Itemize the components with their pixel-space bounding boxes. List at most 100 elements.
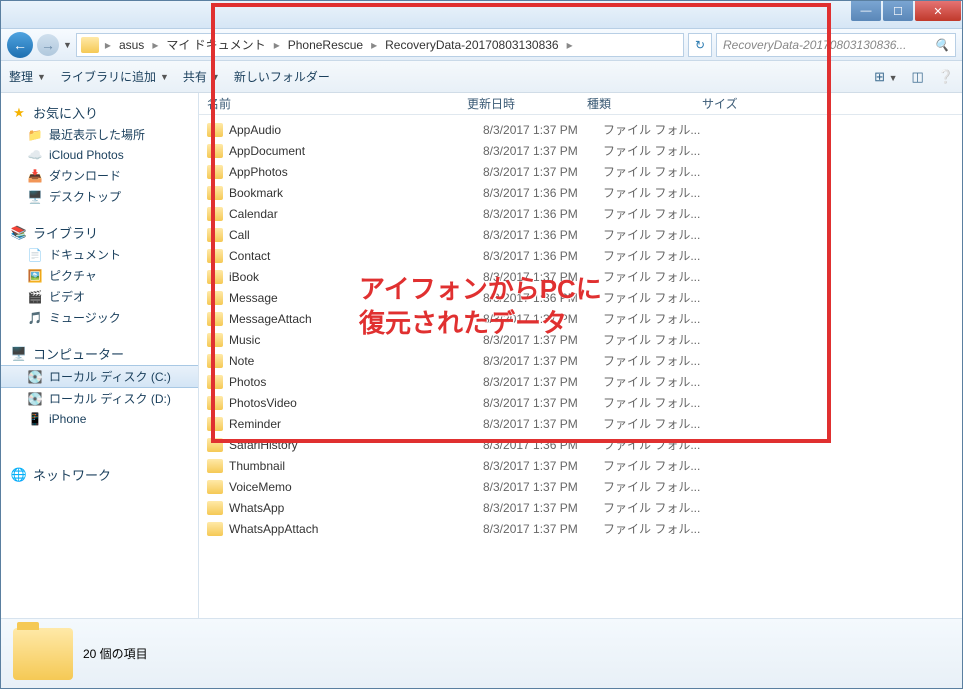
disk-icon: 💽 bbox=[27, 369, 43, 385]
file-type: ファイル フォル... bbox=[603, 352, 718, 369]
folder-icon bbox=[207, 312, 223, 326]
folder-icon bbox=[207, 354, 223, 368]
file-name: Photos bbox=[229, 375, 483, 389]
file-date: 8/3/2017 1:37 PM bbox=[483, 144, 603, 158]
sidebar-item-documents[interactable]: 📄ドキュメント bbox=[1, 244, 198, 265]
bc-item[interactable]: マイ ドキュメント bbox=[160, 36, 271, 53]
file-date: 8/3/2017 1:37 PM bbox=[483, 501, 603, 515]
folder-icon bbox=[207, 186, 223, 200]
sidebar-item-disk-d[interactable]: 💽ローカル ディスク (D:) bbox=[1, 388, 198, 409]
file-date: 8/3/2017 1:36 PM bbox=[483, 207, 603, 221]
sidebar-network[interactable]: 🌐ネットワーク bbox=[1, 463, 198, 486]
file-type: ファイル フォル... bbox=[603, 499, 718, 516]
file-type: ファイル フォル... bbox=[603, 478, 718, 495]
videos-icon: 🎬 bbox=[27, 289, 43, 305]
col-name[interactable]: 名前 bbox=[207, 95, 467, 112]
table-row[interactable]: VoiceMemo8/3/2017 1:37 PMファイル フォル... bbox=[207, 476, 954, 497]
table-row[interactable]: Bookmark8/3/2017 1:36 PMファイル フォル... bbox=[207, 182, 954, 203]
table-row[interactable]: Message8/3/2017 1:36 PMファイル フォル... bbox=[207, 287, 954, 308]
sidebar-item-desktop[interactable]: 🖥️デスクトップ bbox=[1, 186, 198, 207]
sidebar-item-blank[interactable] bbox=[1, 429, 198, 449]
file-type: ファイル フォル... bbox=[603, 415, 718, 432]
file-type: ファイル フォル... bbox=[603, 268, 718, 285]
table-row[interactable]: Reminder8/3/2017 1:37 PMファイル フォル... bbox=[207, 413, 954, 434]
file-type: ファイル フォル... bbox=[603, 310, 718, 327]
sidebar-item-videos[interactable]: 🎬ビデオ bbox=[1, 286, 198, 307]
table-row[interactable]: iBook8/3/2017 1:37 PMファイル フォル... bbox=[207, 266, 954, 287]
col-size[interactable]: サイズ bbox=[702, 95, 772, 112]
table-row[interactable]: Note8/3/2017 1:37 PMファイル フォル... bbox=[207, 350, 954, 371]
search-icon: 🔍 bbox=[934, 38, 949, 52]
desktop-icon: 🖥️ bbox=[27, 189, 43, 205]
sidebar-computer[interactable]: 🖥️コンピューター bbox=[1, 342, 198, 365]
col-type[interactable]: 種類 bbox=[587, 95, 702, 112]
view-options-icon[interactable]: ⊞ ▼ bbox=[874, 69, 897, 85]
file-name: AppDocument bbox=[229, 144, 483, 158]
forward-button[interactable]: → bbox=[37, 34, 59, 56]
file-date: 8/3/2017 1:37 PM bbox=[483, 522, 603, 536]
table-row[interactable]: AppPhotos8/3/2017 1:37 PMファイル フォル... bbox=[207, 161, 954, 182]
table-row[interactable]: Thumbnail8/3/2017 1:37 PMファイル フォル... bbox=[207, 455, 954, 476]
table-row[interactable]: WhatsAppAttach8/3/2017 1:37 PMファイル フォル..… bbox=[207, 518, 954, 539]
music-icon: 🎵 bbox=[27, 310, 43, 326]
table-row[interactable]: MessageAttach8/3/2017 1:37 PMファイル フォル... bbox=[207, 308, 954, 329]
body: ★お気に入り 📁最近表示した場所 ☁️iCloud Photos 📥ダウンロード… bbox=[1, 93, 962, 618]
bc-item[interactable]: asus bbox=[113, 38, 150, 52]
sidebar-item-music[interactable]: 🎵ミュージック bbox=[1, 307, 198, 328]
search-input[interactable]: RecoveryData-20170803130836... 🔍 bbox=[716, 33, 956, 57]
table-row[interactable]: AppAudio8/3/2017 1:37 PMファイル フォル... bbox=[207, 119, 954, 140]
file-date: 8/3/2017 1:36 PM bbox=[483, 186, 603, 200]
bc-item[interactable]: RecoveryData-20170803130836 bbox=[379, 38, 564, 52]
help-icon[interactable]: ❔ bbox=[938, 69, 954, 85]
file-name: SafariHistory bbox=[229, 438, 483, 452]
table-row[interactable]: Contact8/3/2017 1:36 PMファイル フォル... bbox=[207, 245, 954, 266]
close-button[interactable]: ✕ bbox=[915, 1, 961, 21]
bc-item[interactable]: PhoneRescue bbox=[282, 38, 369, 52]
folder-icon bbox=[207, 228, 223, 242]
file-type: ファイル フォル... bbox=[603, 457, 718, 474]
file-name: AppAudio bbox=[229, 123, 483, 137]
toolbar: 整理 ▼ ライブラリに追加 ▼ 共有 ▼ 新しいフォルダー ⊞ ▼ ◫ ❔ bbox=[1, 61, 962, 93]
breadcrumb[interactable]: ▸ asus▸ マイ ドキュメント▸ PhoneRescue▸ Recovery… bbox=[76, 33, 684, 57]
share-button[interactable]: 共有 ▼ bbox=[183, 68, 220, 85]
sidebar-item-icloud[interactable]: ☁️iCloud Photos bbox=[1, 145, 198, 165]
file-date: 8/3/2017 1:37 PM bbox=[483, 480, 603, 494]
folder-icon bbox=[207, 438, 223, 452]
refresh-button[interactable]: ↻ bbox=[688, 33, 712, 57]
table-row[interactable]: SafariHistory8/3/2017 1:36 PMファイル フォル... bbox=[207, 434, 954, 455]
table-row[interactable]: Calendar8/3/2017 1:36 PMファイル フォル... bbox=[207, 203, 954, 224]
sidebar-item-disk-c[interactable]: 💽ローカル ディスク (C:) bbox=[1, 365, 198, 388]
back-button[interactable]: ← bbox=[7, 32, 33, 58]
sidebar-item-recent[interactable]: 📁最近表示した場所 bbox=[1, 124, 198, 145]
new-folder-button[interactable]: 新しいフォルダー bbox=[234, 68, 330, 85]
table-row[interactable]: PhotosVideo8/3/2017 1:37 PMファイル フォル... bbox=[207, 392, 954, 413]
disk-icon: 💽 bbox=[27, 391, 43, 407]
folder-icon bbox=[207, 396, 223, 410]
preview-pane-icon[interactable]: ◫ bbox=[912, 69, 924, 85]
folder-icon bbox=[207, 375, 223, 389]
folder-icon bbox=[207, 249, 223, 263]
sidebar-libraries[interactable]: 📚ライブラリ bbox=[1, 221, 198, 244]
table-row[interactable]: Photos8/3/2017 1:37 PMファイル フォル... bbox=[207, 371, 954, 392]
table-row[interactable]: Call8/3/2017 1:36 PMファイル フォル... bbox=[207, 224, 954, 245]
sidebar-favorites[interactable]: ★お気に入り bbox=[1, 101, 198, 124]
status-bar: 20 個の項目 bbox=[1, 618, 962, 688]
file-name: WhatsAppAttach bbox=[229, 522, 483, 536]
add-to-library-button[interactable]: ライブラリに追加 ▼ bbox=[60, 68, 169, 85]
sidebar-item-pictures[interactable]: 🖼️ピクチャ bbox=[1, 265, 198, 286]
sidebar-item-iphone[interactable]: 📱iPhone bbox=[1, 409, 198, 429]
maximize-button[interactable]: ☐ bbox=[883, 1, 913, 21]
organize-button[interactable]: 整理 ▼ bbox=[9, 68, 46, 85]
table-row[interactable]: AppDocument8/3/2017 1:37 PMファイル フォル... bbox=[207, 140, 954, 161]
folder-icon bbox=[207, 207, 223, 221]
table-row[interactable]: Music8/3/2017 1:37 PMファイル フォル... bbox=[207, 329, 954, 350]
history-dropdown-icon[interactable]: ▼ bbox=[63, 40, 72, 50]
file-list[interactable]: AppAudio8/3/2017 1:37 PMファイル フォル...AppDo… bbox=[199, 115, 962, 618]
folder-icon bbox=[207, 123, 223, 137]
minimize-button[interactable]: — bbox=[851, 1, 881, 21]
table-row[interactable]: WhatsApp8/3/2017 1:37 PMファイル フォル... bbox=[207, 497, 954, 518]
sidebar-item-downloads[interactable]: 📥ダウンロード bbox=[1, 165, 198, 186]
folder-icon bbox=[207, 417, 223, 431]
col-date[interactable]: 更新日時 bbox=[467, 95, 587, 112]
file-date: 8/3/2017 1:36 PM bbox=[483, 291, 603, 305]
